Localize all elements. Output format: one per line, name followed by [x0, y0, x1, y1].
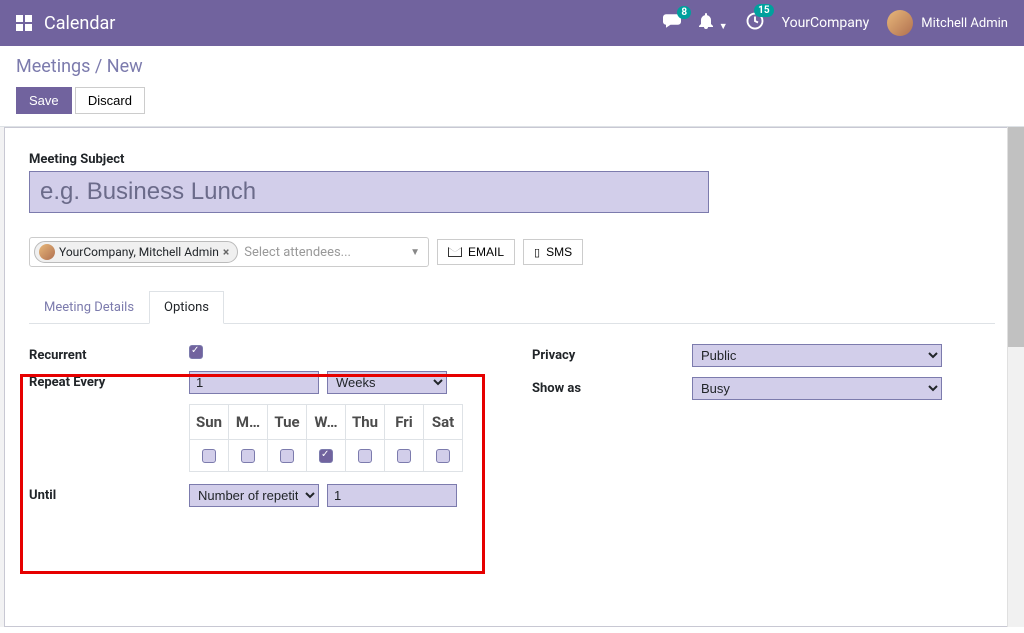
day-mon-checkbox[interactable] — [241, 449, 255, 463]
form-sheet-bg: Meeting Subject YourCompany, Mitchell Ad… — [0, 127, 1024, 627]
until-type-select[interactable]: Number of repetitions — [189, 484, 319, 507]
day-header-thu: Thu — [346, 405, 385, 440]
day-thu-checkbox[interactable] — [358, 449, 372, 463]
attendees-placeholder: Select attendees... — [238, 245, 351, 260]
avatar — [887, 10, 913, 36]
navbar: Calendar 8 ▼ 15 YourCompany Mitchell Adm… — [0, 0, 1024, 46]
apps-icon[interactable] — [16, 15, 32, 31]
messages-icon[interactable]: 8 — [663, 14, 681, 32]
privacy-label: Privacy — [532, 344, 692, 363]
day-header-wed: W… — [307, 405, 346, 440]
activities-badge: 15 — [754, 4, 773, 17]
day-header-mon: M… — [229, 405, 268, 440]
options-left-col: Recurrent Repeat Every Weeks — [29, 344, 492, 515]
recurrent-checkbox[interactable] — [189, 345, 203, 359]
day-sun-checkbox[interactable] — [202, 449, 216, 463]
repeat-unit-select[interactable]: Weeks — [327, 371, 447, 394]
messages-badge: 8 — [677, 6, 691, 19]
until-value-input[interactable] — [327, 484, 457, 507]
nav-left: Calendar — [16, 13, 115, 34]
showas-select[interactable]: Busy — [692, 377, 942, 400]
showas-row: Show as Busy — [532, 377, 995, 400]
activities-icon[interactable]: 15 — [746, 12, 764, 34]
weekdays-table: Sun M… Tue W… Thu Fri Sat — [189, 404, 463, 472]
tab-options[interactable]: Options — [149, 291, 224, 324]
save-button[interactable]: Save — [16, 87, 72, 114]
attendees-input[interactable]: YourCompany, Mitchell Admin × Select att… — [29, 237, 429, 267]
day-header-sun: Sun — [190, 405, 229, 440]
caret-down-icon[interactable]: ▼ — [410, 247, 424, 258]
tabs: Meeting Details Options — [29, 291, 995, 324]
until-label: Until — [29, 484, 189, 503]
recurrent-label: Recurrent — [29, 344, 189, 363]
bell-icon[interactable]: ▼ — [699, 13, 727, 33]
scrollbar[interactable] — [1007, 127, 1024, 627]
tab-meeting-details[interactable]: Meeting Details — [29, 291, 149, 323]
subject-label: Meeting Subject — [29, 152, 995, 167]
day-wed-checkbox[interactable] — [319, 449, 333, 463]
form-sheet: Meeting Subject YourCompany, Mitchell Ad… — [4, 127, 1020, 627]
repeat-label: Repeat Every — [29, 371, 189, 390]
showas-label: Show as — [532, 377, 692, 396]
email-button[interactable]: EMAIL — [437, 239, 515, 265]
until-row: Until Number of repetitions — [29, 484, 492, 507]
caret-down-icon: ▼ — [719, 22, 728, 32]
privacy-row: Privacy Public — [532, 344, 995, 367]
breadcrumb-current: New — [107, 56, 143, 77]
privacy-select[interactable]: Public — [692, 344, 942, 367]
attendees-row: YourCompany, Mitchell Admin × Select att… — [29, 237, 995, 267]
day-tue-checkbox[interactable] — [280, 449, 294, 463]
day-header-sat: Sat — [424, 405, 463, 440]
user-name: Mitchell Admin — [921, 16, 1008, 31]
attendee-tag-label: YourCompany, Mitchell Admin — [59, 245, 219, 259]
breadcrumb-parent[interactable]: Meetings — [16, 56, 90, 77]
day-sat-checkbox[interactable] — [436, 449, 450, 463]
tag-remove-icon[interactable]: × — [223, 245, 229, 259]
options-right-col: Privacy Public Show as Busy — [532, 344, 995, 515]
subject-input[interactable] — [29, 171, 709, 213]
day-fri-checkbox[interactable] — [397, 449, 411, 463]
discard-button[interactable]: Discard — [75, 87, 145, 114]
control-panel: Meetings / New Save Discard — [0, 46, 1024, 127]
recurrent-row: Recurrent — [29, 344, 492, 363]
options-body: Recurrent Repeat Every Weeks — [29, 324, 995, 515]
app-title[interactable]: Calendar — [44, 13, 115, 34]
attendee-tag: YourCompany, Mitchell Admin × — [34, 241, 238, 263]
day-header-fri: Fri — [385, 405, 424, 440]
user-menu[interactable]: Mitchell Admin — [887, 10, 1008, 36]
envelope-icon — [448, 247, 462, 257]
day-header-tue: Tue — [268, 405, 307, 440]
mobile-icon: ▯ — [534, 246, 540, 259]
nav-right: 8 ▼ 15 YourCompany Mitchell Admin — [663, 10, 1008, 36]
sms-button[interactable]: ▯ SMS — [523, 239, 583, 265]
repeat-interval-input[interactable] — [189, 371, 319, 394]
avatar-icon — [39, 244, 55, 260]
scrollbar-thumb[interactable] — [1008, 127, 1024, 347]
repeat-row: Repeat Every Weeks Sun M… — [29, 371, 492, 472]
company-name[interactable]: YourCompany — [782, 15, 870, 31]
breadcrumb: Meetings / New — [16, 56, 1008, 77]
